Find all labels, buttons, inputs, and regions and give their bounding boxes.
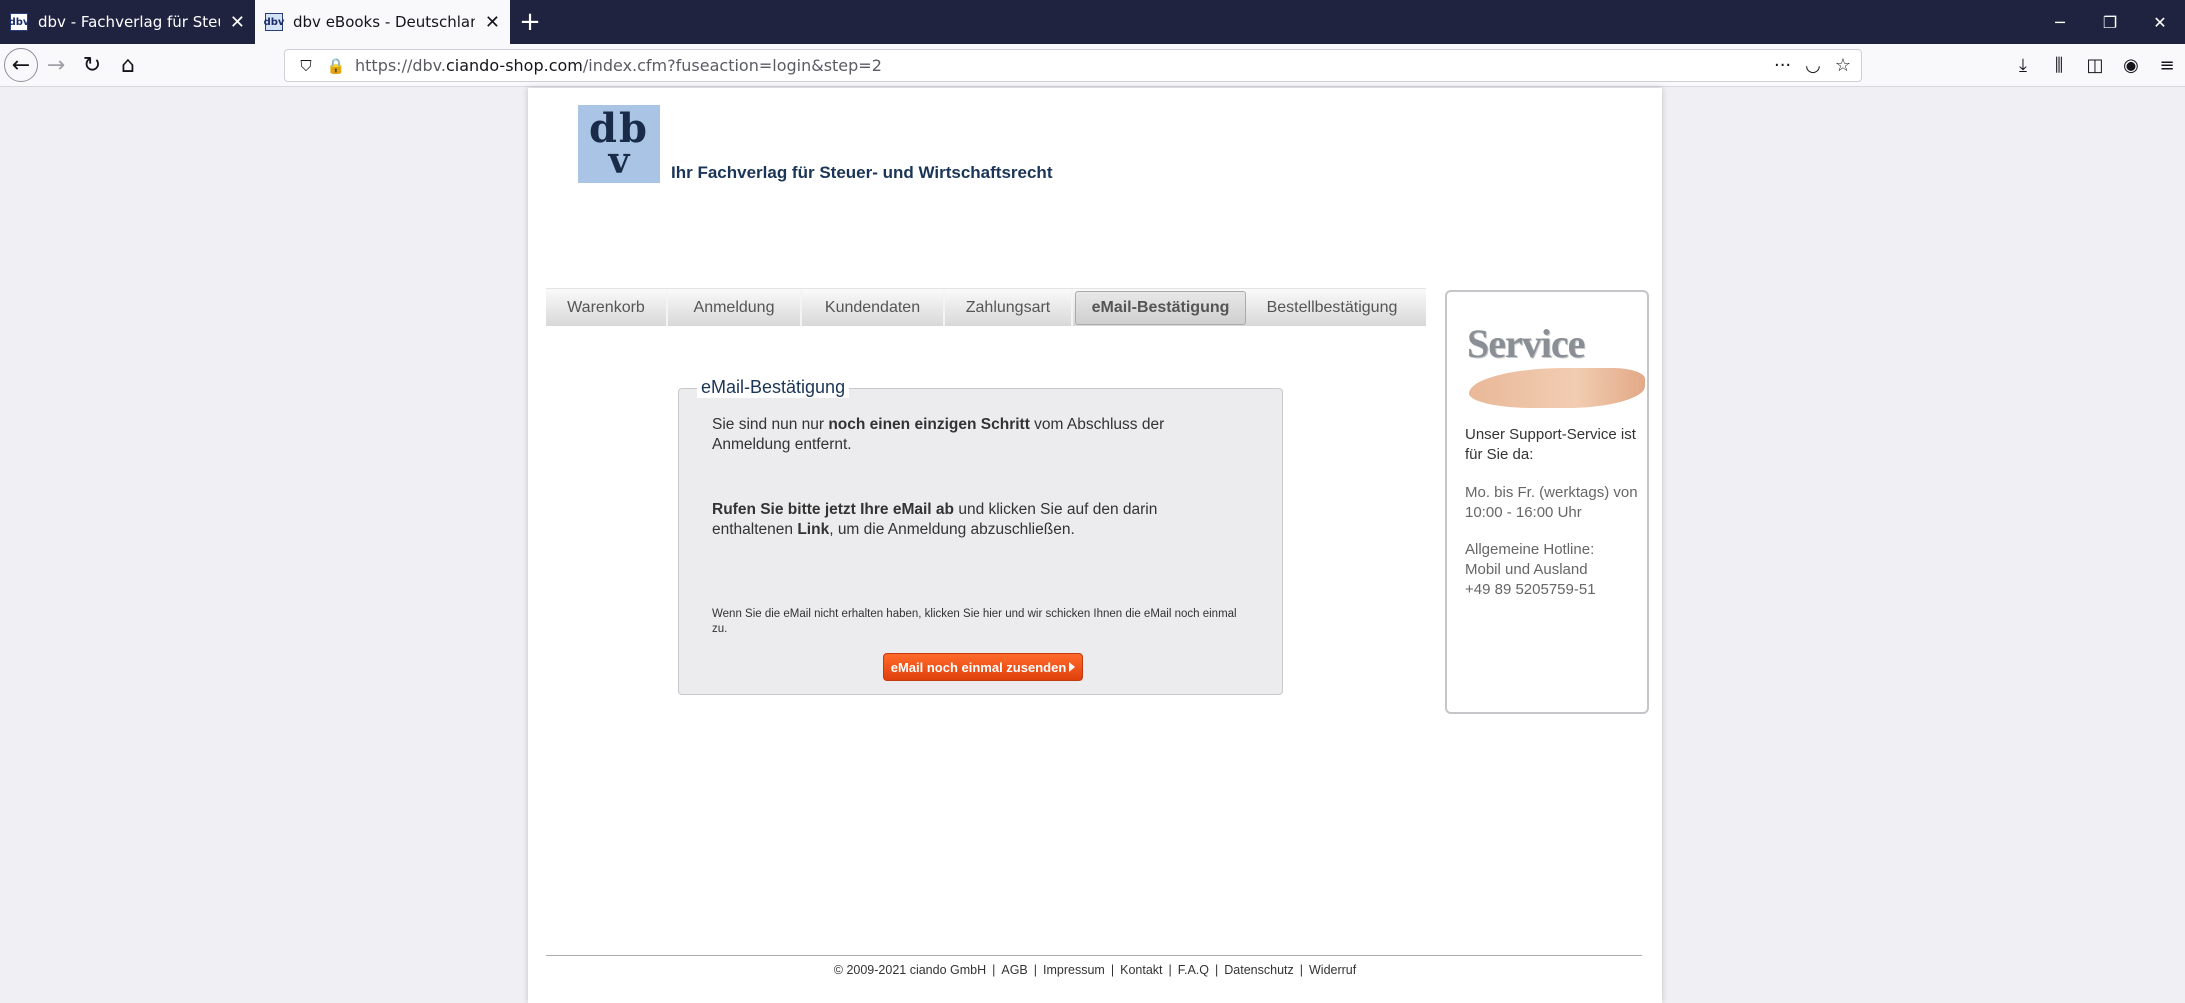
account-icon[interactable]: ◉ bbox=[2113, 55, 2149, 76]
window-controls: ─ ❐ ✕ bbox=[2035, 0, 2185, 44]
tab-title: dbv - Fachverlag für Steuer- und bbox=[38, 13, 220, 31]
browser-nav-bar: ← → ↻ ⌂ ⛉ 🔒 https://dbv.ciando-shop.com/… bbox=[0, 44, 2185, 87]
arrow-right-icon bbox=[1069, 662, 1076, 672]
service-hand-image: Service bbox=[1461, 310, 1646, 410]
url-text[interactable]: https://dbv.ciando-shop.com/index.cfm?fu… bbox=[355, 56, 1774, 75]
new-tab-button[interactable]: + bbox=[510, 0, 550, 44]
forward-arrow-icon[interactable]: → bbox=[38, 47, 74, 83]
browser-tab-bar: dbv dbv - Fachverlag für Steuer- und ✕ d… bbox=[0, 0, 2185, 44]
step-warenkorb: Warenkorb bbox=[546, 288, 668, 327]
footer-link-widerruf[interactable]: Widerruf bbox=[1309, 963, 1356, 977]
resend-email-button[interactable]: eMail noch einmal zusenden bbox=[883, 653, 1083, 681]
check-email-text: Rufen Sie bitte jetzt Ihre eMail ab und … bbox=[712, 501, 1158, 538]
footer-link-kontakt[interactable]: Kontakt bbox=[1120, 963, 1162, 977]
more-actions-icon[interactable]: ··· bbox=[1774, 55, 1791, 76]
dbv-logo[interactable]: db v bbox=[578, 105, 660, 183]
browser-tab-2[interactable]: dbv dbv eBooks - Deutschlands größ ✕ bbox=[255, 0, 510, 44]
step-bestellbestaetigung: Bestellbestätigung bbox=[1266, 298, 1398, 316]
url-bar[interactable]: ⛉ 🔒 https://dbv.ciando-shop.com/index.cf… bbox=[284, 49, 1862, 82]
service-box: Service Unser Support-Service ist für Si… bbox=[1445, 290, 1649, 714]
lock-icon[interactable]: 🔒 bbox=[325, 57, 347, 75]
email-confirmation-box: eMail-Bestätigung Sie sind nun nur noch … bbox=[678, 377, 1283, 695]
step-kundendaten: Kundendaten bbox=[802, 288, 945, 327]
support-hotline: Allgemeine Hotline: Mobil und Ausland +4… bbox=[1465, 541, 1596, 598]
menu-icon[interactable]: ≡ bbox=[2149, 55, 2185, 76]
close-tab-icon[interactable]: ✕ bbox=[485, 12, 500, 33]
step-email-bestaetigung: eMail-Bestätigung bbox=[1075, 290, 1246, 325]
dbv-favicon-icon: dbv bbox=[9, 13, 29, 31]
footer-link-faq[interactable]: F.A.Q bbox=[1178, 963, 1209, 977]
support-intro: Unser Support-Service ist für Sie da: bbox=[1465, 426, 1636, 463]
bookmark-star-icon[interactable]: ☆ bbox=[1835, 55, 1851, 76]
footer-link-datenschutz[interactable]: Datenschutz bbox=[1224, 963, 1293, 977]
hand-icon bbox=[1469, 368, 1645, 408]
tab-title: dbv eBooks - Deutschlands größ bbox=[293, 13, 475, 31]
reload-icon[interactable]: ↻ bbox=[74, 47, 110, 83]
step-anmeldung: Anmeldung bbox=[668, 288, 802, 327]
back-arrow-icon[interactable]: ← bbox=[4, 48, 38, 82]
minimize-icon[interactable]: ─ bbox=[2035, 0, 2085, 44]
step-zahlungsart: Zahlungsart bbox=[945, 288, 1073, 327]
home-icon[interactable]: ⌂ bbox=[110, 47, 146, 83]
shield-icon[interactable]: ⛉ bbox=[295, 57, 317, 75]
close-window-icon[interactable]: ✕ bbox=[2135, 0, 2185, 44]
next-step-text: Sie sind nun nur noch einen einzigen Sch… bbox=[712, 416, 1165, 453]
checkout-steps: Warenkorb Anmeldung Kundendaten Zahlungs… bbox=[546, 288, 1426, 327]
browser-tab-1[interactable]: dbv dbv - Fachverlag für Steuer- und ✕ bbox=[0, 0, 255, 44]
restore-icon[interactable]: ❐ bbox=[2085, 0, 2135, 44]
page-container: db v Ihr Fachverlag für Steuer- und Wirt… bbox=[528, 88, 1662, 1003]
footer: © 2009-2021 ciando GmbH | AGB | Impressum | Ko… bbox=[833, 963, 1357, 977]
footer-divider bbox=[546, 955, 1642, 956]
toolbar-icons: ⤓ ⫼ ◫ ◉ ≡ bbox=[2005, 44, 2185, 87]
confirmation-legend: eMail-Bestätigung bbox=[697, 377, 850, 398]
footer-copyright: © 2009-2021 ciando GmbH bbox=[833, 963, 987, 977]
dbv-favicon-icon: dbv bbox=[264, 13, 284, 31]
footer-link-agb[interactable]: AGB bbox=[1001, 963, 1027, 977]
pocket-icon[interactable]: ◡ bbox=[1805, 55, 1821, 76]
download-icon[interactable]: ⤓ bbox=[2005, 55, 2041, 76]
library-icon[interactable]: ⫼ bbox=[2041, 55, 2077, 76]
footer-link-impressum[interactable]: Impressum bbox=[1043, 963, 1105, 977]
publisher-tagline: Ihr Fachverlag für Steuer- und Wirtschaf… bbox=[671, 163, 1053, 182]
resend-hint-text: Wenn Sie die eMail nicht erhalten haben,… bbox=[712, 608, 1237, 635]
sidebar-icon[interactable]: ◫ bbox=[2077, 55, 2113, 76]
support-hours: Mo. bis Fr. (werktags) von 10:00 - 16:00… bbox=[1465, 484, 1638, 521]
close-tab-icon[interactable]: ✕ bbox=[230, 12, 245, 33]
